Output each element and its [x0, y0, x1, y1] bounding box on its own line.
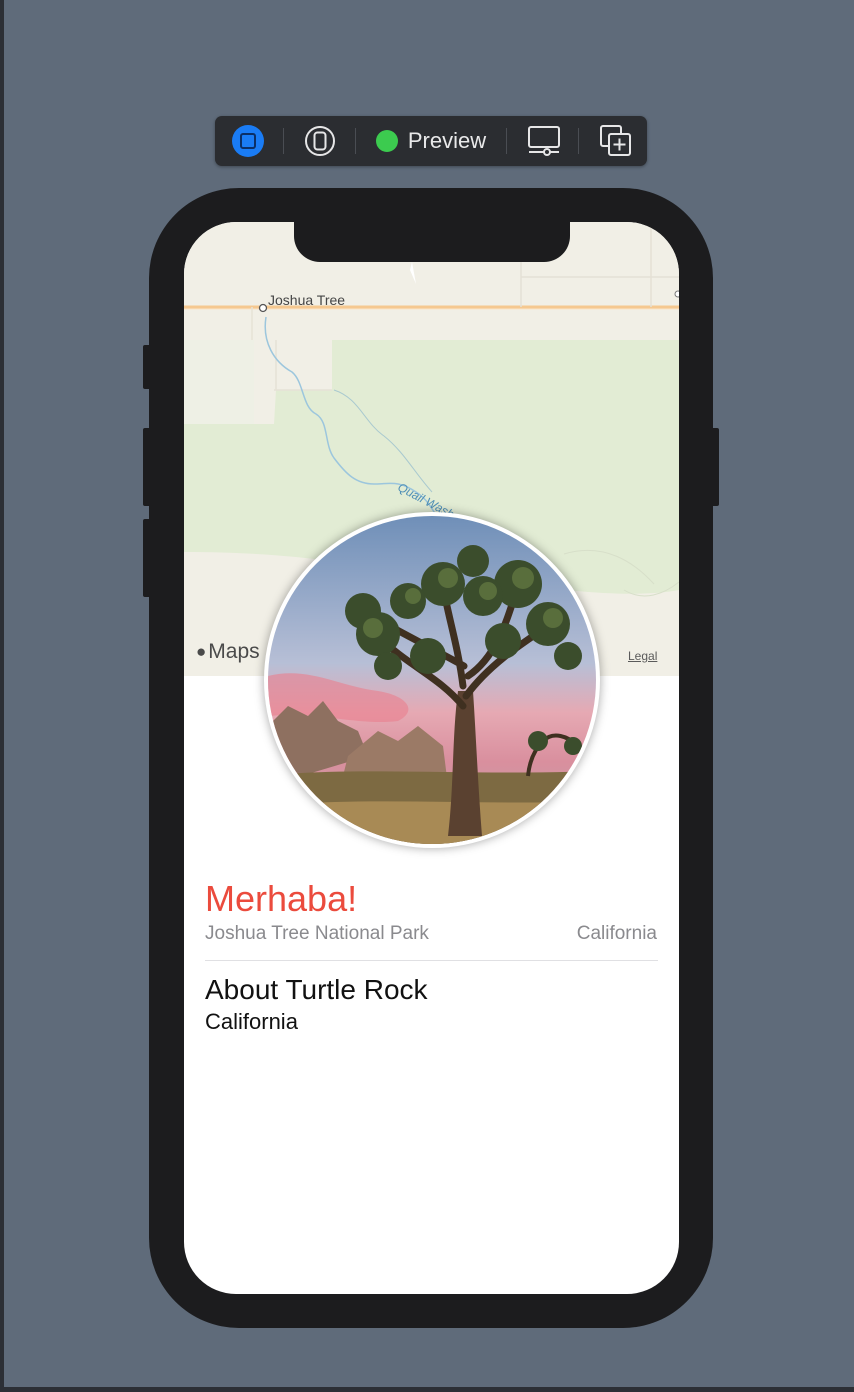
joshua-tree-photo: [268, 516, 596, 844]
toolbar-divider: [578, 128, 579, 154]
status-dot-icon: [375, 130, 398, 152]
display-preview-icon: [528, 126, 560, 156]
device-settings-button[interactable]: [303, 116, 337, 166]
window-edge-bottom: [0, 1387, 854, 1392]
legal-link[interactable]: Legal: [628, 649, 657, 663]
live-preview-button[interactable]: [230, 116, 266, 166]
state-name: California: [576, 923, 657, 944]
preview-toolbar: Preview: [215, 116, 647, 166]
page-title: Merhaba!: [205, 878, 358, 919]
preview-status-button[interactable]: Preview: [371, 116, 491, 166]
display-preview-button[interactable]: [524, 116, 564, 166]
window-edge: [0, 0, 4, 1392]
toolbar-divider: [355, 128, 356, 154]
divider: [205, 960, 658, 961]
map-place-label: Joshua Tree: [268, 292, 346, 308]
maps-brand-label: Maps: [208, 640, 260, 663]
duplicate-preview-button[interactable]: [596, 116, 636, 166]
live-preview-stop-icon: [232, 125, 264, 157]
preview-label: Preview: [407, 128, 487, 153]
about-heading: About Turtle Rock: [205, 974, 428, 1005]
maps-attribution: ● Maps: [196, 640, 260, 664]
apple-logo-icon: ●: [196, 642, 207, 661]
toolbar-divider: [506, 128, 507, 154]
about-text: California: [205, 1009, 298, 1034]
duplicate-preview-icon: [600, 125, 631, 156]
toolbar-divider: [283, 128, 284, 154]
landmark-image: [264, 512, 600, 848]
park-name: Joshua Tree National Park: [205, 923, 429, 944]
phone-notch: [294, 222, 570, 262]
device-settings-icon: [305, 126, 335, 156]
